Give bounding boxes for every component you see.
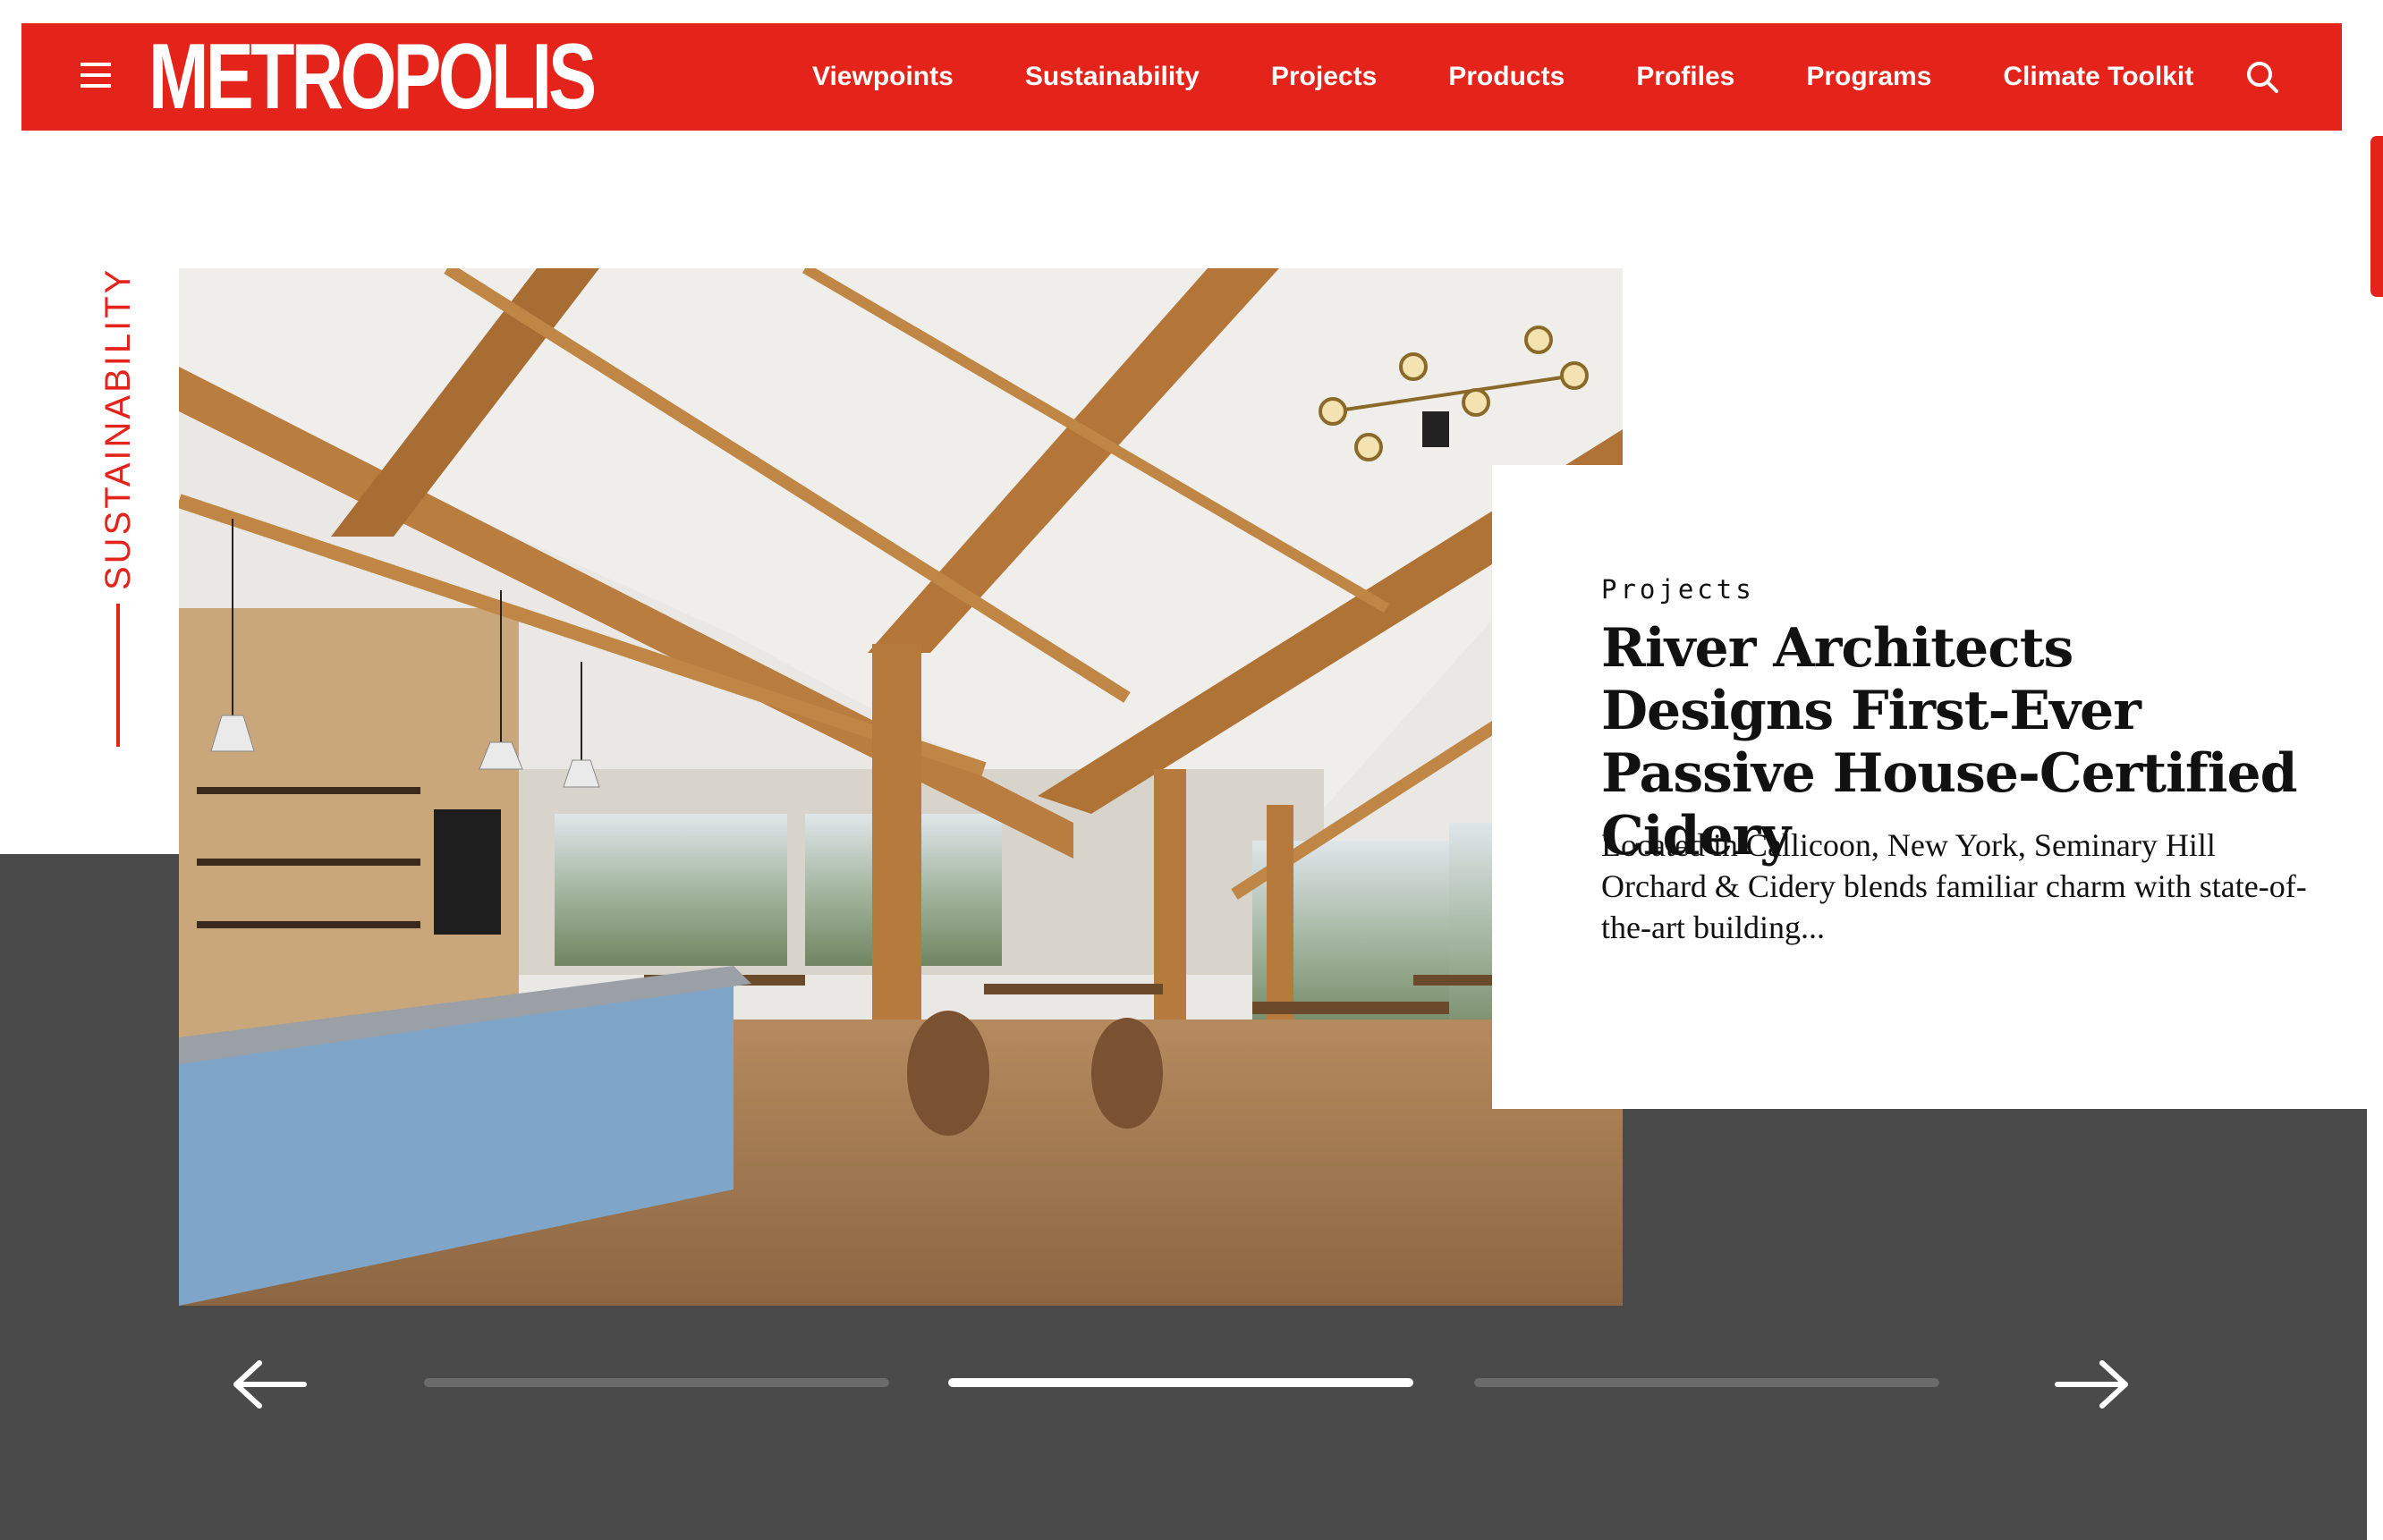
menu-icon[interactable] (81, 63, 111, 89)
carousel-indicator-3[interactable] (1474, 1378, 1939, 1387)
carousel-indicator-2[interactable] (948, 1378, 1413, 1387)
category-rule (116, 604, 120, 747)
featured-story-card[interactable]: Projects River Architects Designs First-… (1492, 465, 2367, 1109)
nav-products[interactable]: Products (1448, 62, 1565, 92)
hero-image[interactable] (179, 268, 1623, 1306)
scrollbar-thumb[interactable] (2370, 136, 2383, 297)
nav-climate-toolkit[interactable]: Climate Toolkit (2003, 62, 2193, 92)
nav-programs[interactable]: Programs (1806, 62, 1931, 92)
top-nav-bar: METROPOLIS Viewpoints Sustainability Pro… (21, 23, 2342, 131)
search-icon[interactable] (2244, 59, 2280, 95)
carousel-indicator-1[interactable] (424, 1378, 889, 1387)
nav-viewpoints[interactable]: Viewpoints (812, 62, 954, 92)
story-excerpt: Located in Callicoon, New York, Seminary… (1601, 827, 2307, 945)
site-logo[interactable]: METROPOLIS (148, 29, 597, 125)
nav-sustainability[interactable]: Sustainability (1025, 62, 1200, 92)
nav-profiles[interactable]: Profiles (1636, 62, 1734, 92)
arrow-left-icon[interactable] (231, 1359, 308, 1409)
category-label-text: SUSTAINABILITY (98, 267, 138, 590)
nav-projects[interactable]: Projects (1271, 62, 1377, 92)
arrow-right-icon[interactable] (2054, 1359, 2131, 1409)
category-label[interactable]: SUSTAINABILITY (98, 267, 138, 751)
story-kicker[interactable]: Projects (1601, 574, 1755, 605)
main-nav: Viewpoints Sustainability Projects Produ… (812, 23, 2265, 131)
